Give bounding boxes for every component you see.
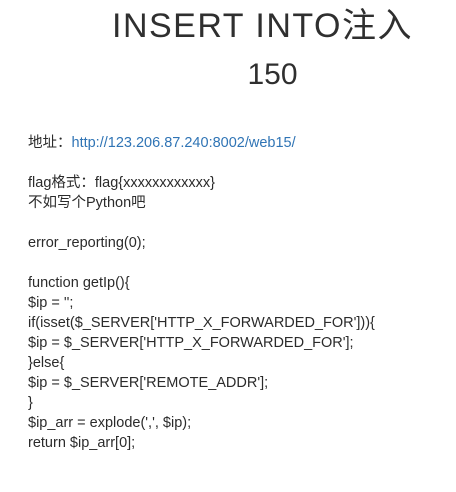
code-line: $ip = $_SERVER['REMOTE_ADDR']; bbox=[28, 375, 269, 391]
code-line: $ip = $_SERVER['HTTP_X_FORWARDED_FOR']; bbox=[28, 335, 354, 351]
challenge-url-link[interactable]: http://123.206.87.240:8002/web15/ bbox=[72, 135, 296, 151]
code-line: } bbox=[28, 395, 33, 411]
code-line: }else{ bbox=[28, 355, 65, 371]
hint-line: 不如写个Python吧 bbox=[28, 195, 146, 211]
code-error-reporting-line: error_reporting(0); bbox=[28, 235, 146, 251]
address-label: 地址： bbox=[28, 135, 72, 151]
address-line: 地址：http://123.206.87.240:8002/web15/ bbox=[28, 133, 448, 153]
challenge-points: 150 bbox=[247, 58, 298, 91]
challenge-title-name: INSERT INTO注入 bbox=[112, 7, 413, 45]
code-line: if(isset($_SERVER['HTTP_X_FORWARDED_FOR'… bbox=[28, 315, 375, 331]
flag-format-line: flag格式：flag{xxxxxxxxxxxx} bbox=[28, 175, 215, 191]
code-line: return $ip_arr[0]; bbox=[28, 435, 136, 451]
code-line: $ip_arr = explode(',', $ip); bbox=[28, 415, 192, 431]
code-line: $ip = ''; bbox=[28, 295, 74, 311]
challenge-description: 地址：http://123.206.87.240:8002/web15/ fla… bbox=[28, 133, 448, 453]
code-line: function getIp(){ bbox=[28, 275, 130, 291]
